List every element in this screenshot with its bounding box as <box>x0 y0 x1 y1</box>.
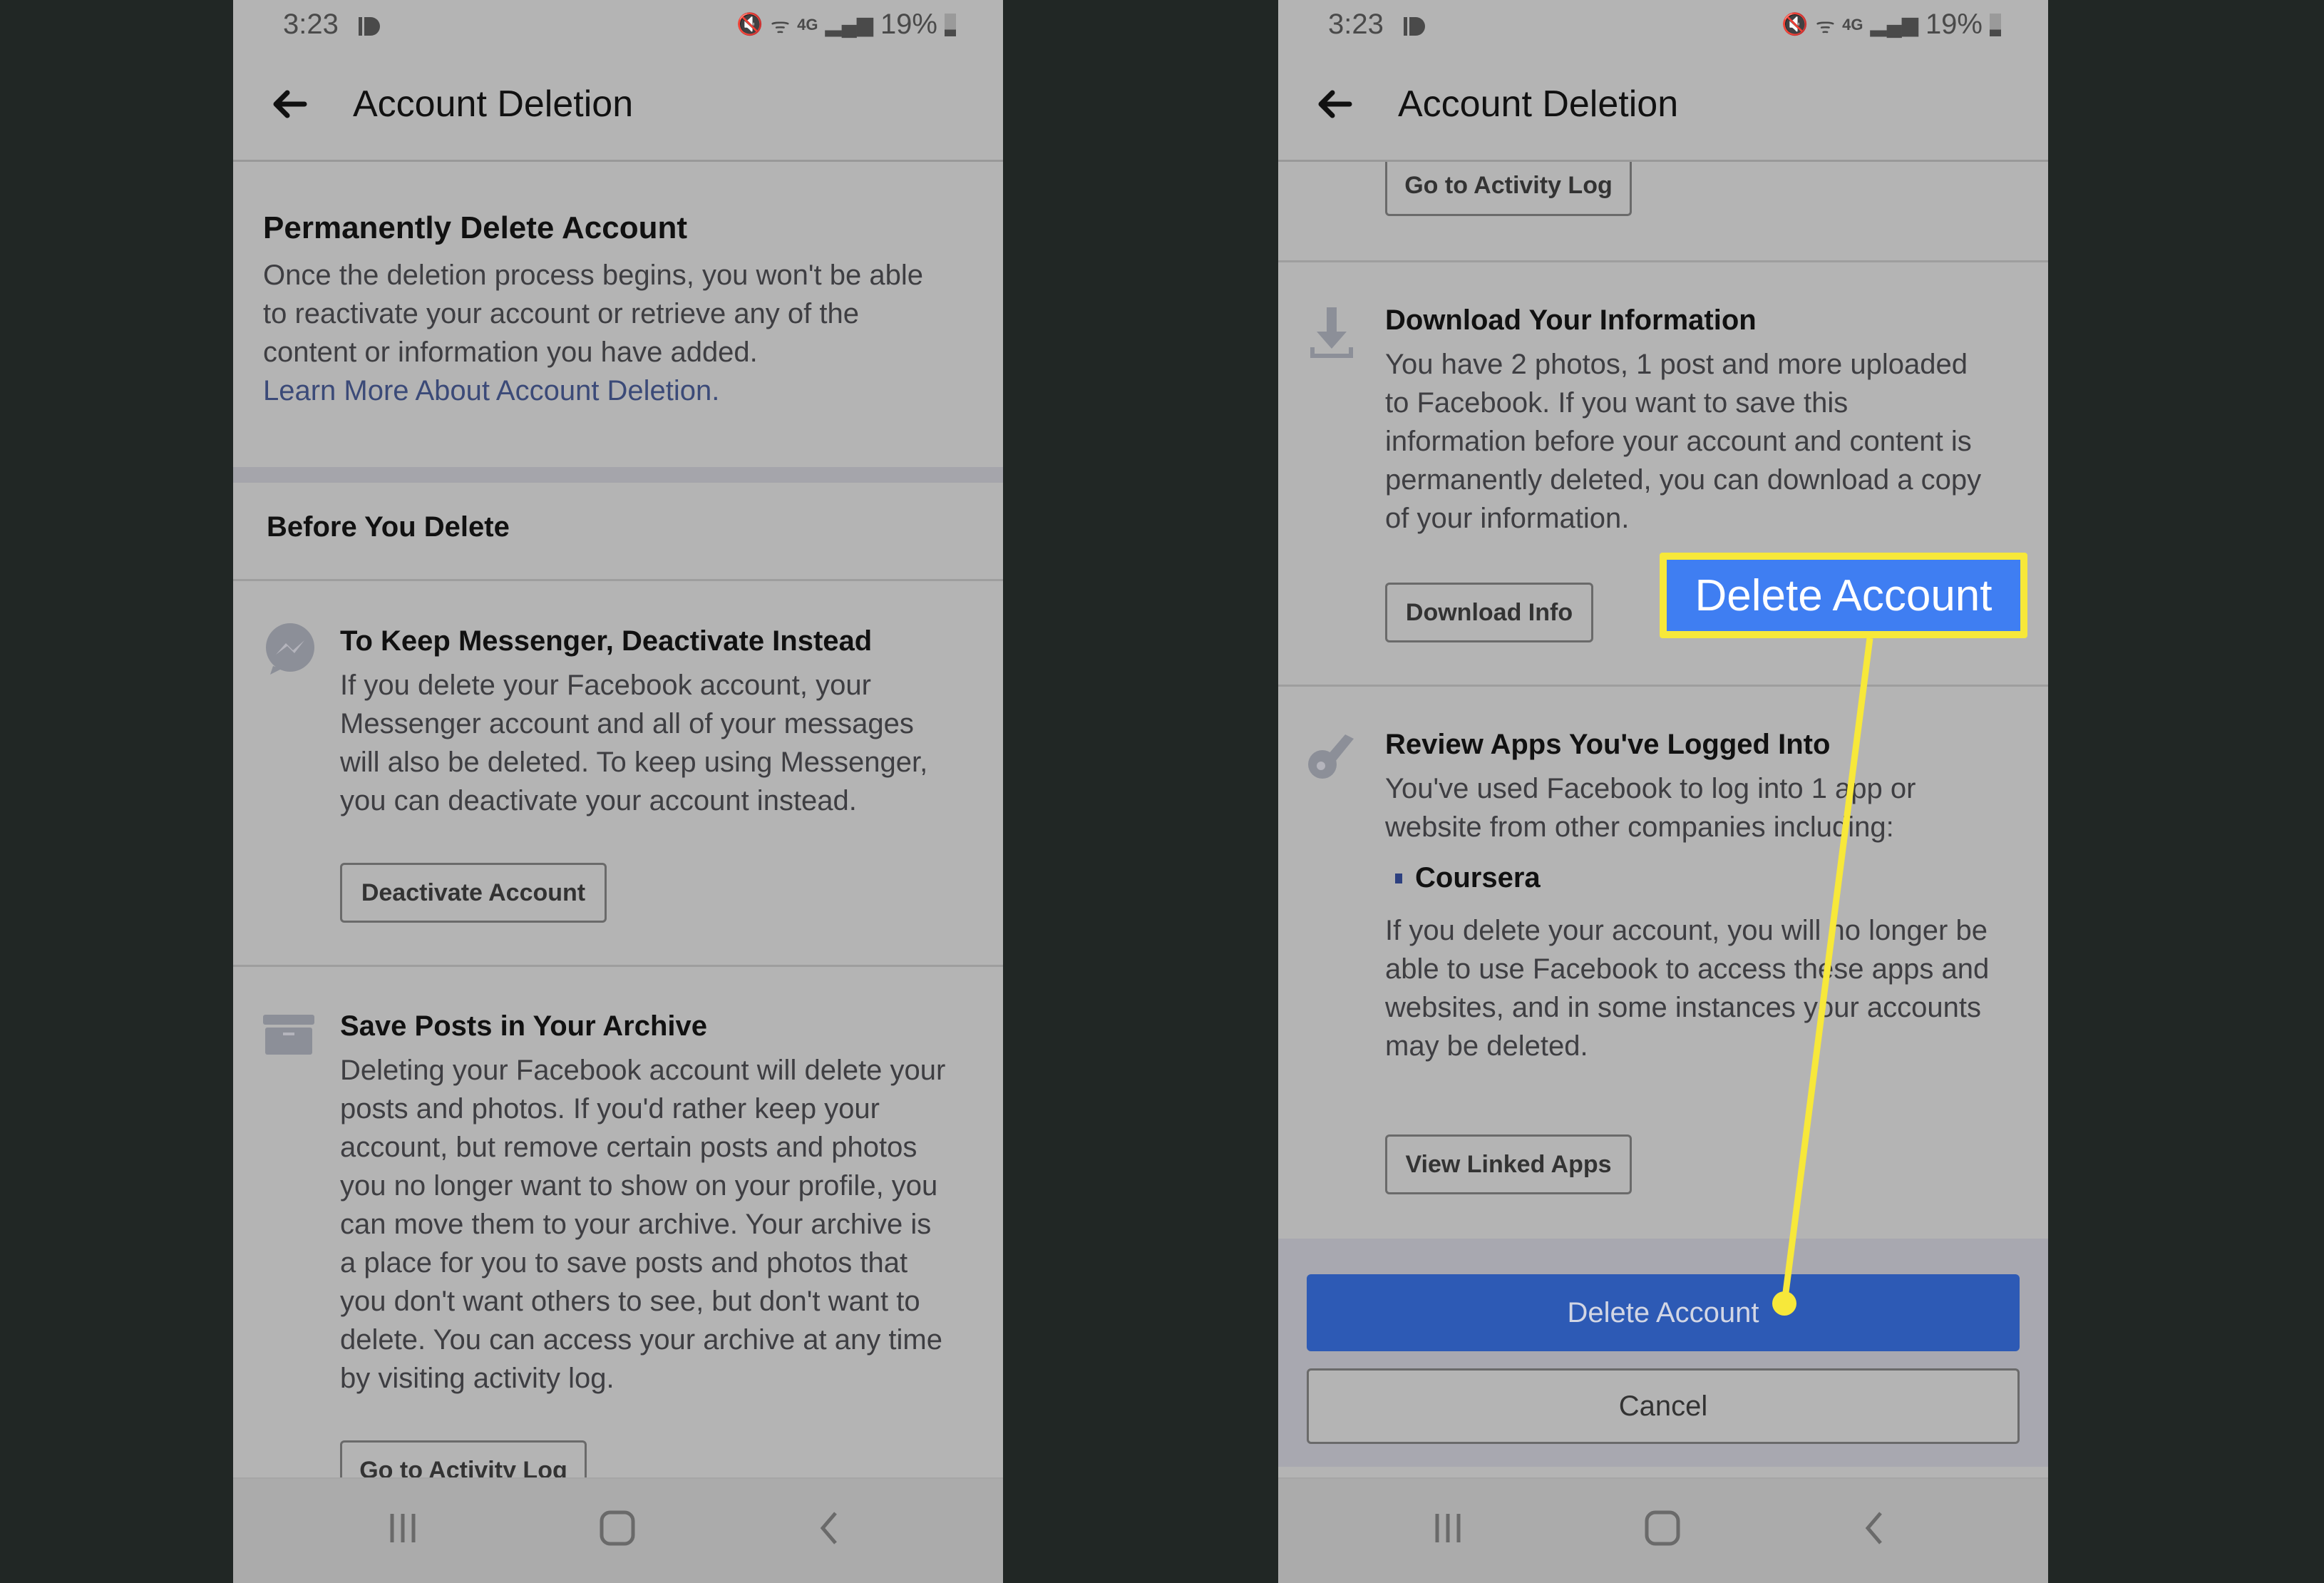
body-line: may be deleted. <box>1385 1030 1588 1062</box>
body-line: Once the deletion process begins, you wo… <box>263 260 924 291</box>
wifi-icon: ᯤ <box>1815 14 1836 38</box>
body-line: websites, and in some instances your acc… <box>1385 992 1981 1023</box>
right-phone-screen: 3:23 🔇 ᯤ 4G ▂▄▆ 19% Account Deletion Go … <box>1278 0 2048 1583</box>
wifi-icon: ᯤ <box>770 14 791 38</box>
mute-icon: 🔇 <box>736 13 763 36</box>
system-nav-bar <box>233 1477 1003 1583</box>
body-line: If you delete your Facebook account, you… <box>340 670 871 701</box>
app-name: Coursera <box>1415 862 1541 893</box>
apps-section: Review Apps You've Logged Into You've us… <box>1385 729 2034 1065</box>
status-time: 3:23 <box>1328 9 1384 40</box>
body-line: a place for you to save posts and photos… <box>340 1247 908 1279</box>
body-line: you no longer want to show on your profi… <box>340 1170 938 1202</box>
recent-apps-icon[interactable] <box>385 1510 421 1546</box>
network-type: 4G <box>797 15 818 34</box>
page-title: Account Deletion <box>353 83 634 125</box>
body-line: content or information you have added. <box>263 337 758 368</box>
divider <box>233 579 1003 581</box>
body-line: If you delete your account, you will no … <box>1385 915 1988 946</box>
section-heading: Review Apps You've Logged Into <box>1385 729 1831 760</box>
status-bar: 3:23 🔇 ᯤ 4G ▂▄▆ 19% <box>233 0 1003 54</box>
learn-more-link[interactable]: Learn More About Account Deletion. <box>263 375 719 406</box>
callout-label: Delete Account <box>1660 553 2027 638</box>
section-heading: To Keep Messenger, Deactivate Instead <box>340 625 873 657</box>
body-line: to Facebook. If you want to save this <box>1385 387 1849 419</box>
delete-account-button[interactable]: Delete Account <box>1307 1274 2020 1351</box>
battery-percent: 19% <box>880 9 937 40</box>
signal-icon: ▂▄▆ <box>1870 13 1918 36</box>
body-line: Deleting your Facebook account will dele… <box>340 1055 946 1086</box>
messenger-section: To Keep Messenger, Deactivate Instead If… <box>340 625 982 820</box>
cancel-button[interactable]: Cancel <box>1307 1368 2020 1444</box>
page-title: Account Deletion <box>1398 83 1679 125</box>
action-footer: Delete Account Cancel <box>1278 1239 2048 1467</box>
section-separator <box>233 467 1003 483</box>
back-arrow-icon[interactable] <box>272 90 307 118</box>
body-line: Messenger account and all of your messag… <box>340 708 914 739</box>
permanent-delete-section: Permanently Delete Account Once the dele… <box>263 210 975 410</box>
notification-icon <box>1404 17 1425 36</box>
signal-icon: ▂▄▆ <box>825 13 873 36</box>
archive-icon <box>263 1015 314 1055</box>
body-line: You have 2 photos, 1 post and more uploa… <box>1385 349 1968 380</box>
app-list-item: Coursera <box>1385 862 2034 894</box>
left-phone-screen: 3:23 🔇 ᯤ 4G ▂▄▆ 19% Account Deletion Per… <box>233 0 1003 1583</box>
content-scroll[interactable]: Permanently Delete Account Once the dele… <box>233 162 1003 1479</box>
recent-apps-icon[interactable] <box>1430 1510 1466 1546</box>
system-nav-bar <box>1278 1477 2048 1583</box>
go-to-activity-log-button[interactable]: Go to Activity Log <box>1385 162 1632 216</box>
divider <box>233 965 1003 967</box>
body-line: of your information. <box>1385 503 1630 534</box>
body-line: posts and photos. If you'd rather keep y… <box>340 1093 880 1125</box>
back-nav-icon[interactable] <box>816 1510 844 1546</box>
body-line: You've used Facebook to log into 1 app o… <box>1385 773 1916 804</box>
back-arrow-icon[interactable] <box>1317 90 1352 118</box>
section-heading: Save Posts in Your Archive <box>340 1010 708 1042</box>
deactivate-account-button[interactable]: Deactivate Account <box>340 863 607 923</box>
notification-icon <box>359 17 380 36</box>
before-you-delete-header: Before You Delete <box>267 511 1003 543</box>
go-to-activity-log-button[interactable]: Go to Activity Log <box>340 1440 587 1479</box>
app-bar: Account Deletion <box>233 54 1003 162</box>
body-line: account, but remove certain posts and ph… <box>340 1132 917 1163</box>
body-line: will also be deleted. To keep using Mess… <box>340 747 928 778</box>
body-line: able to use Facebook to access these app… <box>1385 953 1990 985</box>
section-heading: Download Your Information <box>1385 304 1757 336</box>
download-section: Download Your Information You have 2 pho… <box>1385 304 2034 538</box>
divider <box>1278 685 2048 687</box>
archive-section: Save Posts in Your Archive Deleting your… <box>340 1010 989 1398</box>
mute-icon: 🔇 <box>1781 13 1809 36</box>
bullet-icon <box>1395 873 1402 883</box>
key-icon <box>1308 734 1354 779</box>
home-icon[interactable] <box>598 1510 637 1546</box>
divider <box>1278 260 2048 262</box>
body-line: delete. You can access your archive at a… <box>340 1324 942 1356</box>
status-time: 3:23 <box>283 9 339 40</box>
body-line: permanently deleted, you can download a … <box>1385 464 1982 496</box>
status-bar: 3:23 🔇 ᯤ 4G ▂▄▆ 19% <box>1278 0 2048 54</box>
network-type: 4G <box>1842 15 1863 34</box>
body-line: information before your account and cont… <box>1385 426 1972 457</box>
body-line: can move them to your archive. Your arch… <box>340 1209 932 1240</box>
body-line: website from other companies including: <box>1385 811 1894 843</box>
app-bar: Account Deletion <box>1278 54 2048 162</box>
body-line: you don't want others to see, but don't … <box>340 1286 920 1317</box>
body-line: to reactivate your account or retrieve a… <box>263 298 859 329</box>
home-icon[interactable] <box>1643 1510 1682 1546</box>
back-nav-icon[interactable] <box>1861 1510 1889 1546</box>
body-line: by visiting activity log. <box>340 1363 615 1394</box>
battery-icon <box>1990 13 2001 36</box>
download-icon <box>1310 307 1353 358</box>
view-linked-apps-button[interactable]: View Linked Apps <box>1385 1134 1632 1194</box>
section-heading: Permanently Delete Account <box>263 210 687 245</box>
body-line: you can deactivate your account instead. <box>340 785 857 816</box>
messenger-icon <box>266 623 314 675</box>
before-heading: Before You Delete <box>267 511 510 543</box>
content-scroll[interactable]: Go to Activity Log Download Your Informa… <box>1278 162 2048 1479</box>
battery-icon <box>945 13 956 36</box>
battery-percent: 19% <box>1925 9 1983 40</box>
download-info-button[interactable]: Download Info <box>1385 583 1593 642</box>
